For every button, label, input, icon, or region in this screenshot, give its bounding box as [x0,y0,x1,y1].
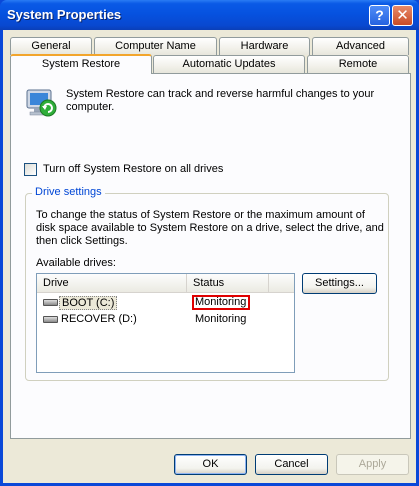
system-restore-panel: System Restore can track and reverse har… [10,73,411,439]
drive-settings-title: Drive settings [32,186,105,198]
turn-off-restore-label[interactable]: Turn off System Restore on all drives [43,163,223,175]
turn-off-restore-checkbox[interactable] [24,163,37,176]
drive-icon [43,316,58,323]
tab-automatic-updates[interactable]: Automatic Updates [153,55,305,73]
system-restore-icon [26,89,57,117]
close-button[interactable]: ✕ [392,5,413,26]
tab-system-restore[interactable]: System Restore [10,54,152,74]
cancel-button[interactable]: Cancel [255,454,328,475]
apply-button[interactable]: Apply [336,454,409,475]
list-item[interactable]: RECOVER (D:) Monitoring [39,312,289,328]
intro-text: System Restore can track and reverse har… [66,88,375,113]
tab-general[interactable]: General [10,37,92,55]
settings-button[interactable]: Settings... [302,273,377,294]
dialog-client-area: General Computer Name Hardware Advanced … [3,30,416,483]
status-highlight-box [192,295,250,310]
tab-advanced[interactable]: Advanced [312,37,409,55]
drive-status: Monitoring [195,313,247,325]
list-header: Drive Status [37,274,294,293]
window-title: System Properties [7,7,122,22]
drive-name: RECOVER (D:) [61,313,137,325]
tab-computer-name[interactable]: Computer Name [94,37,217,55]
column-header-drive[interactable]: Drive [37,274,187,292]
column-header-status[interactable]: Status [187,274,269,292]
help-icon: ? [375,7,384,23]
list-item[interactable]: BOOT (C:) Monitoring [39,295,289,311]
drive-settings-description: To change the status of System Restore o… [36,209,384,247]
ok-button[interactable]: OK [174,454,247,475]
tab-remote[interactable]: Remote [307,55,409,73]
drives-list[interactable]: Drive Status BOOT (C:) Monitoring RECOVE… [36,273,295,373]
system-properties-window: System Properties ? ✕ General Computer N… [0,0,419,486]
title-bar[interactable]: System Properties ? ✕ [0,0,419,30]
close-icon: ✕ [396,7,409,24]
help-button[interactable]: ? [369,5,390,26]
tab-hardware[interactable]: Hardware [219,37,310,55]
available-drives-label: Available drives: [36,257,116,269]
drive-icon [43,299,58,306]
drive-name: BOOT (C:) [59,296,118,310]
